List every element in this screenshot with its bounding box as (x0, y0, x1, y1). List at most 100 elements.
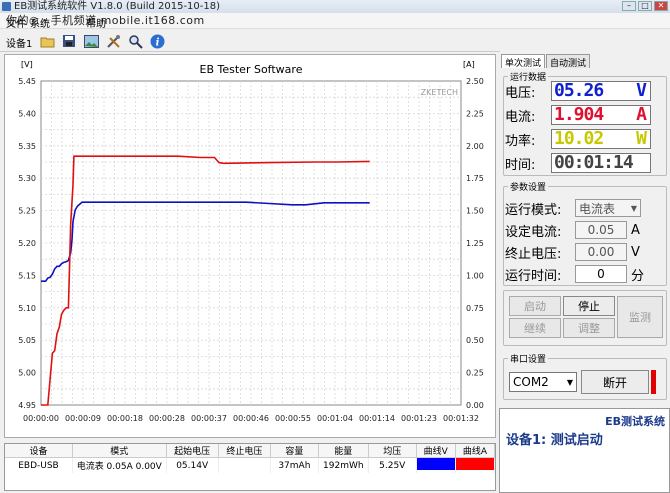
y-tick-label: 5.05 (18, 336, 36, 345)
stop-button[interactable]: 停止 (563, 296, 615, 316)
com-port-select[interactable]: COM2 ▼ (509, 372, 577, 392)
y-tick-label: 5.00 (18, 369, 36, 378)
table-header-row: 设备 模式 起始电压 终止电压 容量 能量 均压 曲线V 曲线A (5, 444, 496, 458)
run-time-input[interactable]: 0 (575, 265, 627, 283)
window-controls: – □ ✕ (622, 1, 668, 11)
y2-axis-label: [A] (463, 60, 475, 69)
image-icon[interactable] (82, 32, 100, 50)
curve-v-color[interactable] (416, 457, 456, 473)
y2-tick-label: 2.25 (466, 109, 484, 118)
table-cell: 05.14V (166, 457, 219, 473)
x-tick-label: 00:01:04 (317, 414, 353, 423)
monitor-button[interactable]: 监测 (617, 296, 663, 338)
column-header: 能量 (318, 444, 369, 458)
column-header: 模式 (72, 444, 167, 458)
time-label: 时间: (505, 157, 536, 173)
table-cell: EBD-USB (5, 457, 73, 473)
status-panel: EB测试系统 设备1: 测试启动 (499, 408, 670, 493)
table-cell: 192mWh (318, 457, 369, 473)
x-tick-label: 00:01:14 (359, 414, 395, 423)
set-current-input[interactable]: 0.05 (575, 221, 627, 239)
y2-tick-label: 0.00 (466, 401, 484, 410)
chevron-down-icon: ▼ (630, 203, 637, 213)
x-tick-label: 00:00:28 (149, 414, 185, 423)
y-tick-label: 5.15 (18, 271, 36, 280)
status-brand: EB测试系统 (605, 415, 665, 428)
table-cell (218, 457, 271, 473)
column-header: 容量 (270, 444, 319, 458)
voltage-display: 05.26 V (551, 81, 651, 101)
device-selector[interactable]: 设备1 (6, 35, 32, 50)
disconnect-button[interactable]: 断开 (581, 370, 649, 394)
close-button[interactable]: ✕ (654, 1, 668, 11)
end-voltage-row: 终止电压: 0.00 V (505, 242, 640, 262)
set-current-label: 设定电流: (505, 224, 562, 240)
set-current-row: 设定电流: 0.05 A (505, 220, 640, 240)
x-tick-label: 00:00:00 (23, 414, 59, 423)
params-legend: 参数设置 (510, 183, 547, 193)
tab-single-test[interactable]: 单次测试 (501, 54, 546, 69)
x-tick-label: 00:00:18 (107, 414, 143, 423)
current-display: 1.904 A (551, 105, 651, 125)
y2-tick-label: 1.75 (466, 174, 484, 183)
watermark-text: 你的◎・手机频道 mobile.it168.com (6, 14, 205, 27)
end-voltage-input[interactable]: 0.00 (575, 243, 627, 261)
status-message: 设备1: 测试启动 (506, 433, 603, 448)
x-tick-label: 00:01:32 (443, 414, 479, 423)
time-display: 00:01:14 (551, 153, 651, 173)
chart-panel: 5.45 5.40 5.35 5.30 5.25 5.20 5.15 5.10 5.05 5.00… (4, 54, 496, 438)
table-row[interactable]: EBD-USB 电流表 0.05A 0.00V 05.14V 37mAh 192… (5, 457, 496, 473)
minimize-button[interactable]: – (622, 1, 636, 11)
current-row: 电流: 1.904 A (505, 104, 651, 126)
power-display: 10.02 W (551, 129, 651, 149)
column-header: 起始电压 (166, 444, 219, 458)
y2-tick-label: 2.00 (466, 142, 484, 151)
y-tick-label: 5.35 (18, 142, 36, 151)
set-current-unit: A (631, 222, 640, 238)
serial-legend: 串口设置 (510, 355, 547, 365)
column-header: 设备 (5, 444, 73, 458)
svg-text:i: i (155, 37, 159, 48)
y2-tick-label: 1.00 (466, 271, 484, 280)
save-icon[interactable] (60, 32, 78, 50)
search-icon[interactable] (126, 32, 144, 50)
y-tick-label: 5.25 (18, 207, 36, 216)
y2-tick-label: 1.50 (466, 207, 484, 216)
y2-tick-label: 0.50 (466, 336, 484, 345)
y-axis-label: [V] (21, 60, 33, 69)
maximize-button[interactable]: □ (638, 1, 652, 11)
tools-icon[interactable] (104, 32, 122, 50)
continue-button[interactable]: 继续 (509, 318, 561, 338)
y2-tick-label: 2.50 (466, 77, 484, 86)
start-button[interactable]: 启动 (509, 296, 561, 316)
tab-auto-test[interactable]: 自动测试 (546, 54, 591, 69)
y-tick-label: 4.95 (18, 401, 36, 410)
toolbar: 设备1 i (0, 30, 500, 52)
y-tick-label: 5.20 (18, 239, 36, 248)
app-icon (2, 2, 11, 11)
power-row: 功率: 10.02 W (505, 128, 651, 150)
column-header: 终止电压 (218, 444, 271, 458)
y2-tick-label: 0.25 (466, 369, 484, 378)
mode-select[interactable]: 电流表 ▼ (575, 199, 641, 217)
line-chart: 5.45 5.40 5.35 5.30 5.25 5.20 5.15 5.10 5.05 5.00… (18, 60, 484, 423)
power-label: 功率: (505, 133, 536, 149)
chart-title: EB Tester Software (200, 63, 303, 76)
y-tick-label: 5.40 (18, 109, 36, 118)
column-header: 均压 (368, 444, 417, 458)
table-cell: 37mAh (270, 457, 319, 473)
voltage-row: 电压: 05.26 V (505, 80, 651, 102)
column-header: 曲线V (416, 444, 456, 458)
run-time-row: 运行时间: 0 分 (505, 264, 644, 284)
y2-tick-label: 1.25 (466, 239, 484, 248)
x-tick-label: 00:00:55 (275, 414, 311, 423)
adjust-button[interactable]: 调整 (563, 318, 615, 338)
com-port-value: COM2 (513, 375, 549, 389)
mode-row: 运行模式: 电流表 ▼ (505, 198, 641, 218)
folder-icon[interactable] (38, 32, 56, 50)
connection-indicator (651, 370, 656, 394)
curve-a-color[interactable] (455, 457, 496, 473)
x-tick-label: 00:00:37 (191, 414, 227, 423)
run-time-unit: 分 (631, 268, 645, 284)
info-icon[interactable]: i (148, 32, 166, 50)
